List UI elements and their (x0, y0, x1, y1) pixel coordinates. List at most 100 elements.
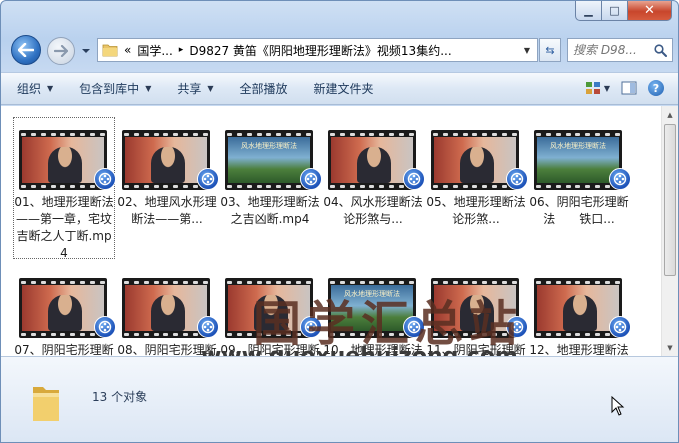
preview-pane-button[interactable] (620, 79, 638, 97)
file-name: 02、地理风水形理断法——第... (117, 195, 217, 226)
preview-pane-icon (621, 81, 637, 95)
presenter-figure (48, 295, 82, 331)
item-count: 13 个对象 (92, 390, 148, 404)
video-frame: 风水地理形理断法 (331, 285, 413, 331)
search-icon (654, 43, 667, 57)
presenter-figure (460, 295, 494, 331)
refresh-icon: ⇆ (545, 43, 555, 57)
presenter-figure (357, 147, 391, 183)
file-list[interactable]: 01、地理形理断法——第一章，宅坟吉断之人丁断.mp4 02、地理风水形理断法——… (1, 106, 678, 356)
minimize-icon: ▁ (584, 4, 593, 17)
file-name: 10、地理形理断法 穴内应... (323, 343, 423, 356)
film-perforation (328, 183, 416, 189)
minimize-button[interactable]: ▁ (575, 1, 602, 21)
file-name: 04、风水形理断法 论形煞与... (323, 195, 435, 226)
file-name: 05、地理形理断法 论形煞... (426, 195, 538, 226)
address-bar[interactable]: « 国学... ▸ D9827 黄笛《阴阳地理形理断法》视频13集约... ▼ (97, 38, 538, 62)
chevron-down-icon: ▼ (667, 343, 673, 352)
file-name: 12、地理形理断法 阴阳宅... (529, 343, 629, 356)
film-perforation (19, 183, 107, 189)
file-item[interactable]: 01、地理形理断法——第一章，宅坟吉断之人丁断.mp4 (13, 117, 116, 260)
file-name: 11、阴阳宅形理断法 铁口神... (426, 343, 526, 356)
file-name: 01、地理形理断法——第一章，宅坟吉断之人丁断.mp4 (14, 195, 114, 260)
recent-pages-dropdown[interactable] (81, 45, 91, 55)
film-perforation (19, 331, 107, 337)
presenter-figure (48, 147, 82, 183)
slide-title: 风水地理形理断法 (241, 142, 297, 150)
video-frame: 风水地理形理断法 (228, 137, 310, 183)
video-player-icon (506, 316, 528, 338)
file-item[interactable]: 04、风水形理断法 论形煞与... (323, 118, 425, 226)
chevron-down-icon: ▼ (523, 45, 531, 55)
video-player-icon (94, 168, 116, 190)
scroll-up-button[interactable]: ▲ (662, 106, 678, 123)
chevron-down-icon: ▼ (603, 83, 610, 93)
maximize-icon: □ (609, 4, 620, 17)
scroll-down-button[interactable]: ▼ (662, 339, 678, 356)
file-item[interactable]: 05、地理形理断法 论形煞... (426, 118, 528, 226)
file-item[interactable]: 08、阴阳宅形理断法 铁口... (117, 266, 219, 356)
share-label: 共享 (177, 82, 202, 96)
vertical-scrollbar[interactable]: ▲ ▼ (661, 106, 678, 356)
new-folder-button[interactable]: 新建文件夹 (314, 80, 374, 97)
video-frame (537, 285, 619, 331)
file-name: 07、阴阳宅形理断法 铁口... (14, 343, 114, 356)
video-player-icon (609, 316, 631, 338)
organize-label: 组织 (17, 82, 42, 96)
file-item[interactable]: 风水地理形理断法 03、地理形理断法之吉凶断.mp4 (220, 118, 322, 226)
film-perforation (122, 331, 210, 337)
address-dropdown[interactable]: ▼ (519, 41, 535, 59)
video-player-icon (403, 168, 425, 190)
slide-title: 风水地理形理断法 (344, 290, 400, 298)
film-perforation (122, 183, 210, 189)
scrollbar-thumb[interactable] (664, 124, 676, 276)
share-menu[interactable]: 共享 ▼ (177, 80, 213, 97)
forward-button[interactable] (47, 37, 75, 65)
file-item[interactable]: 02、地理风水形理断法——第... (117, 118, 219, 226)
include-library-menu[interactable]: 包含到库中 ▼ (79, 80, 151, 97)
refresh-button[interactable]: ⇆ (539, 38, 561, 62)
help-button[interactable]: ? (648, 80, 664, 96)
presenter-figure (563, 295, 597, 331)
help-icon: ? (652, 81, 660, 95)
back-button[interactable] (11, 35, 41, 65)
file-item[interactable]: 风水地理形理断法 10、地理形理断法 穴内应... (323, 266, 425, 356)
play-all-button[interactable]: 全部播放 (240, 80, 288, 97)
film-perforation (225, 183, 313, 189)
video-frame (22, 137, 104, 183)
breadcrumb-overflow[interactable]: « (124, 43, 131, 57)
chevron-down-icon: ▼ (145, 84, 152, 93)
forward-arrow-icon (54, 45, 68, 57)
file-item[interactable]: 07、阴阳宅形理断法 铁口... (14, 266, 116, 356)
breadcrumb-item-current[interactable]: D9827 黄笛《阴阳地理形理断法》视频13集约... (189, 42, 451, 59)
breadcrumb-separator[interactable]: ▸ (179, 45, 184, 55)
details-pane: 13 个对象 (1, 356, 678, 442)
video-player-icon (197, 316, 219, 338)
video-player-icon (94, 316, 116, 338)
change-view-button[interactable]: ▼ (585, 81, 610, 95)
search-input[interactable] (573, 43, 653, 57)
breadcrumb-item-guoxue[interactable]: 国学... (137, 42, 172, 59)
command-bar: 组织 ▼ 包含到库中 ▼ 共享 ▼ 全部播放 新建文件夹 ▼ ? (1, 72, 678, 105)
video-player-icon (609, 168, 631, 190)
maximize-button[interactable]: □ (602, 1, 628, 21)
file-item[interactable]: 11、阴阳宅形理断法 铁口神... (426, 266, 528, 356)
video-player-icon (403, 316, 425, 338)
video-frame (331, 137, 413, 183)
file-item[interactable]: 09、阴阳宅形理断法 穴内... (220, 266, 322, 356)
organize-menu[interactable]: 组织 ▼ (17, 80, 53, 97)
mouse-cursor-icon (611, 396, 625, 416)
explorer-window: ▁ □ ✕ « 国学... ▸ D9827 黄笛《阴阳地理形理断法》视频13集约… (0, 0, 679, 443)
presenter-figure (254, 295, 288, 331)
film-perforation (431, 331, 519, 337)
film-perforation (534, 183, 622, 189)
folder-icon (102, 44, 118, 57)
view-icon (585, 82, 600, 94)
file-item[interactable]: 12、地理形理断法 阴阳宅... (529, 266, 631, 356)
file-name: 08、阴阳宅形理断法 铁口... (117, 343, 217, 356)
chevron-down-icon: ▼ (47, 84, 54, 93)
file-item[interactable]: 风水地理形理断法 06、阴阳宅形理断法 铁口... (529, 118, 631, 226)
film-perforation (534, 331, 622, 337)
slide-title: 风水地理形理断法 (550, 142, 606, 150)
close-button[interactable]: ✕ (628, 1, 672, 21)
